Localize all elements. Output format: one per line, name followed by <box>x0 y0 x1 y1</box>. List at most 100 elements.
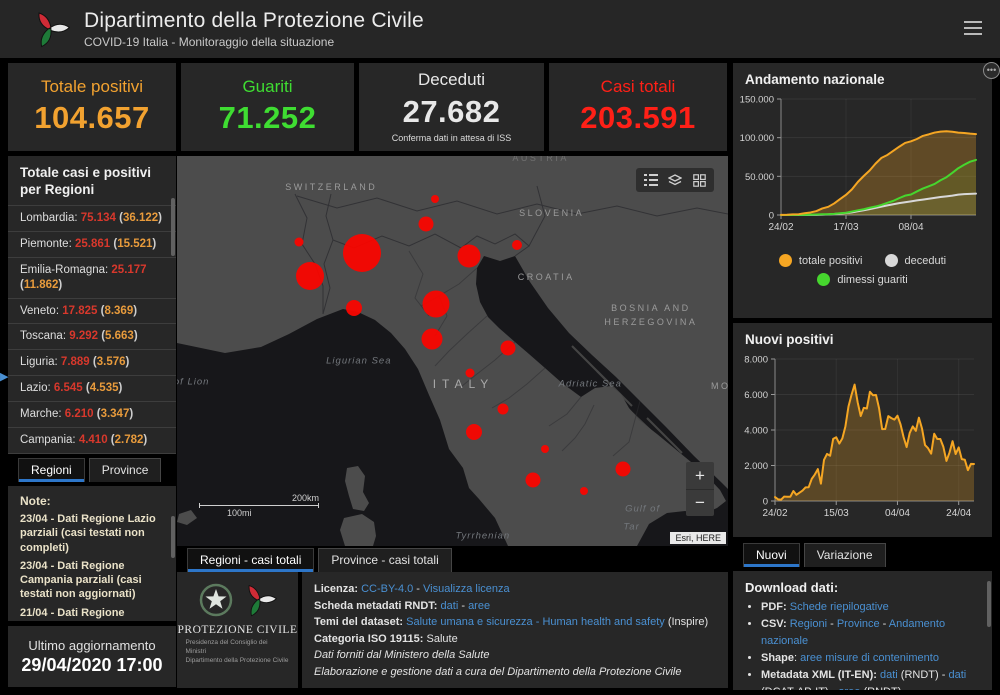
region-row[interactable]: Lombardia: 75.134 (36.122) <box>8 205 176 231</box>
stat-card-casi-totali: Casi totali 203.591 <box>549 63 727 151</box>
legend-item: totale positivi <box>779 254 863 267</box>
layers-icon[interactable] <box>666 172 684 188</box>
link[interactable]: Regioni <box>790 618 827 630</box>
map-bubble-basilicata[interactable] <box>580 487 588 495</box>
notes-scrollbar[interactable] <box>171 516 175 558</box>
region-row[interactable]: Marche: 6.210 (3.347) <box>8 401 176 427</box>
region-row[interactable]: Campania: 4.410 (2.782) <box>8 427 176 453</box>
map-bubble-piemonte[interactable] <box>296 262 324 290</box>
regions-list-panel: Totale casi e positivi per Regioni Lomba… <box>8 156 176 454</box>
andamento-chart: 050.000100.000150.00024/0217/0308/04 <box>733 89 988 241</box>
last-update-label: Ultimo aggiornamento <box>28 638 155 653</box>
link[interactable]: aree <box>468 600 490 612</box>
map-bubble-campania[interactable] <box>525 473 540 488</box>
map-bubble-molise[interactable] <box>541 445 549 453</box>
link[interactable]: dati <box>441 600 459 612</box>
map-bubble-toscana[interactable] <box>422 328 443 349</box>
map-tab-province-casi-totali[interactable]: Province - casi totali <box>318 548 451 572</box>
svg-text:0: 0 <box>769 211 774 222</box>
map-bubble-lombardia[interactable] <box>343 234 381 272</box>
legend-item: dimessi guariti <box>817 273 907 286</box>
map-bubble-valle-d-aosta[interactable] <box>294 238 303 247</box>
italy-emblem-icon <box>199 583 233 617</box>
menu-icon[interactable] <box>964 21 982 35</box>
link[interactable]: Visualizza licenza <box>423 583 510 595</box>
note-line: 21/04 - Dati Regione Lombardia <box>8 604 176 621</box>
stat-card-deceduti: Deceduti 27.682 Conferma dati in attesa … <box>359 63 544 151</box>
map-toolbar <box>636 168 714 192</box>
tab-province[interactable]: Province <box>89 458 162 482</box>
map-bubble-lazio[interactable] <box>466 424 482 440</box>
chart-tab-variazione[interactable]: Variazione <box>804 543 886 567</box>
last-update-panel: Ultimo aggiornamento 29/04/2020 17:00 <box>8 626 176 687</box>
map-scalebar: 200km 100mi <box>199 493 319 518</box>
link[interactable]: Province <box>837 618 880 630</box>
download-scrollbar[interactable] <box>987 581 991 627</box>
link[interactable]: Salute umana e sicurezza - Human health … <box>406 616 665 628</box>
chart-tab-nuovi[interactable]: Nuovi <box>743 543 800 567</box>
region-row[interactable]: Toscana: 9.292 (5.663) <box>8 323 176 349</box>
andamento-panel: Andamento nazionale 050.000100.000150.00… <box>733 63 992 318</box>
legend-icon[interactable] <box>642 172 660 188</box>
map-bubble-puglia[interactable] <box>615 462 630 477</box>
protezione-civile-logo-icon <box>30 9 70 49</box>
nuovi-positivi-chart: 02.0004.0006.0008.00024/0215/0304/0424/0… <box>733 349 988 527</box>
region-row[interactable]: Emilia-Romagna: 25.177 (11.862) <box>8 257 176 298</box>
org-subtitle: Presidenza del Consiglio dei MinistriDip… <box>186 638 290 665</box>
last-update-value: 29/04/2020 17:00 <box>21 655 162 676</box>
download-item: Shape: aree misure di contenimento <box>761 650 992 667</box>
page-subtitle: COVID-19 Italia - Monitoraggio della sit… <box>84 35 424 49</box>
download-item: CSV: Regioni - Province - Andamento nazi… <box>761 616 992 650</box>
map-bubble-p-a-trento[interactable] <box>419 216 434 231</box>
map-bubble-marche[interactable] <box>501 340 516 355</box>
link[interactable]: aree <box>838 686 860 690</box>
region-row[interactable]: Lazio: 6.545 (4.535) <box>8 375 176 401</box>
note-line: 23/04 - Dati Regione Lazio parziali (cas… <box>8 510 176 557</box>
page-title: Dipartimento della Protezione Civile <box>84 9 424 33</box>
svg-text:6.000: 6.000 <box>744 390 768 401</box>
svg-text:4.000: 4.000 <box>744 426 768 437</box>
org-logo-panel: PROTEZIONE CIVILE Presidenza del Consigl… <box>177 572 298 688</box>
stat-value: 71.252 <box>219 100 317 136</box>
license-panel: Licenza: CC-BY-4.0 - Visualizza licenzaS… <box>302 572 728 688</box>
region-row[interactable]: Piemonte: 25.861 (15.521) <box>8 231 176 257</box>
regions-scrollbar[interactable] <box>171 198 175 256</box>
zoom-in-button[interactable]: + <box>686 462 714 489</box>
stat-label: Deceduti <box>418 71 485 90</box>
notes-list: 23/04 - Dati Regione Lazio parziali (cas… <box>8 510 176 621</box>
tab-regioni[interactable]: Regioni <box>18 458 85 482</box>
svg-text:100.000: 100.000 <box>740 133 774 144</box>
map-bubble-p-a-bolzano[interactable] <box>431 195 439 203</box>
nuovi-positivi-panel: Nuovi positivi 02.0004.0006.0008.00024/0… <box>733 323 992 537</box>
basemap-icon[interactable] <box>690 172 708 188</box>
map-bubble-veneto[interactable] <box>458 244 481 267</box>
region-row[interactable]: Veneto: 17.825 (8.369) <box>8 298 176 324</box>
left-panel-expander[interactable]: ▶ <box>0 370 8 383</box>
app-header: Dipartimento della Protezione Civile COV… <box>0 0 1000 58</box>
link[interactable]: Schede riepilogative <box>790 601 889 613</box>
legend-item: deceduti <box>885 254 947 267</box>
map-panel[interactable]: SWITZERLANDAUSTRIASLOVENIACROATIABOSNIA … <box>177 156 728 546</box>
map-tabbar: Regioni - casi totaliProvince - casi tot… <box>177 546 728 572</box>
download-item: Metadata XML (IT-EN): dati (RNDT) - dati… <box>761 667 992 690</box>
link[interactable]: aree misure di contenimento <box>800 652 939 664</box>
region-row[interactable]: Liguria: 7.889 (3.576) <box>8 349 176 375</box>
link[interactable]: dati <box>948 669 966 681</box>
map-bubble-emilia-romagna[interactable] <box>422 290 449 317</box>
link[interactable]: CC-BY-4.0 <box>361 583 413 595</box>
legend-dot-icon <box>885 254 898 267</box>
svg-text:150.000: 150.000 <box>740 95 774 106</box>
region-row[interactable]: P.A. Trento: 4.069 (1.463) <box>8 453 176 454</box>
zoom-out-button[interactable]: − <box>686 489 714 516</box>
map-tab-regioni-casi-totali[interactable]: Regioni - casi totali <box>187 548 314 572</box>
stat-card-guariti: Guariti 71.252 <box>181 63 354 151</box>
map-bubble-abruzzo[interactable] <box>498 404 509 415</box>
map-bubble-friuli-venezia-giulia[interactable] <box>512 240 522 250</box>
link[interactable]: dati <box>880 669 898 681</box>
panel-menu-icon[interactable]: ••• <box>983 62 1000 79</box>
svg-text:24/04: 24/04 <box>946 508 971 519</box>
map-bubble-liguria[interactable] <box>346 300 362 316</box>
map-bubble-umbria[interactable] <box>466 368 475 377</box>
legend-dot-icon <box>779 254 792 267</box>
stat-label: Casi totali <box>601 78 676 97</box>
